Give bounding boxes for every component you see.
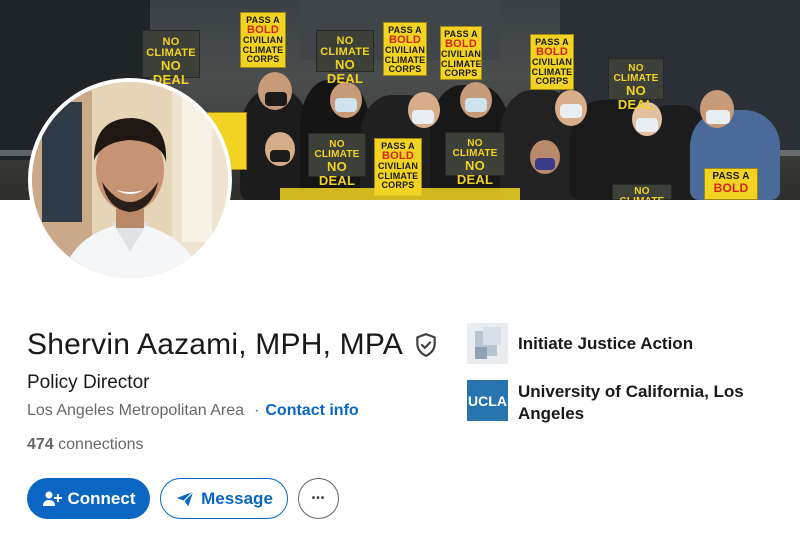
protest-sign: NO CLIMATE NO DEAL — [445, 132, 505, 186]
protest-sign: PASS A BOLD — [704, 168, 758, 200]
protest-sign: PASS A BOLD CIVILIAN CLIMATE CORPS — [530, 34, 574, 90]
connections-count[interactable]: 474 connections — [27, 436, 144, 454]
company-name: Initiate Justice Action — [518, 334, 694, 353]
profile-name: Shervin Aazami, MPH, MPA — [27, 328, 404, 361]
profile-headline: Policy Director — [27, 372, 150, 393]
ucla-logo: UCLA — [467, 380, 508, 421]
more-actions-button[interactable]: ••• — [298, 478, 339, 519]
protest-sign: PASS A BOLD CIVILIAN CLIMATE CORPS — [383, 22, 427, 76]
current-company[interactable]: Initiate Justice Action — [467, 323, 758, 364]
connect-label: Connect — [67, 488, 136, 508]
protest-sign: NO CLIMATE — [612, 184, 672, 200]
protest-sign: PASS A BOLD CIVILIAN CLIMATE CORPS — [440, 26, 482, 80]
profile-photo — [32, 82, 228, 278]
connections-number: 474 — [27, 436, 54, 453]
initiate-justice-logo — [467, 323, 508, 364]
protest-sign: NO CLIMATE NO DEAL — [316, 30, 374, 85]
message-label: Message — [201, 488, 273, 508]
protest-sign: NO CLIMATE NO DEAL — [142, 30, 200, 86]
ellipsis-icon: ••• — [311, 493, 326, 504]
protest-sign: NO CLIMATE NO DEAL — [608, 58, 664, 111]
protest-sign: NO CLIMATE NO DEAL — [308, 133, 366, 187]
verified-shield-icon[interactable] — [413, 332, 439, 358]
separator-dot: · — [254, 402, 260, 419]
protest-sign: PASS A BOLD CIVILIAN CLIMATE CORPS — [240, 12, 286, 68]
message-button[interactable]: Message — [160, 478, 288, 519]
send-icon — [176, 490, 194, 506]
profile-avatar[interactable] — [28, 78, 232, 282]
connect-button[interactable]: Connect — [27, 478, 150, 519]
education-school[interactable]: UCLA University of California, Los Angel… — [467, 380, 758, 425]
profile-location: Los Angeles Metropolitan Area — [27, 402, 245, 419]
connections-label: connections — [58, 436, 144, 453]
contact-info-link[interactable]: Contact info — [265, 402, 358, 420]
school-name: University of California, Los Angeles — [518, 382, 744, 423]
add-person-icon — [42, 491, 62, 506]
